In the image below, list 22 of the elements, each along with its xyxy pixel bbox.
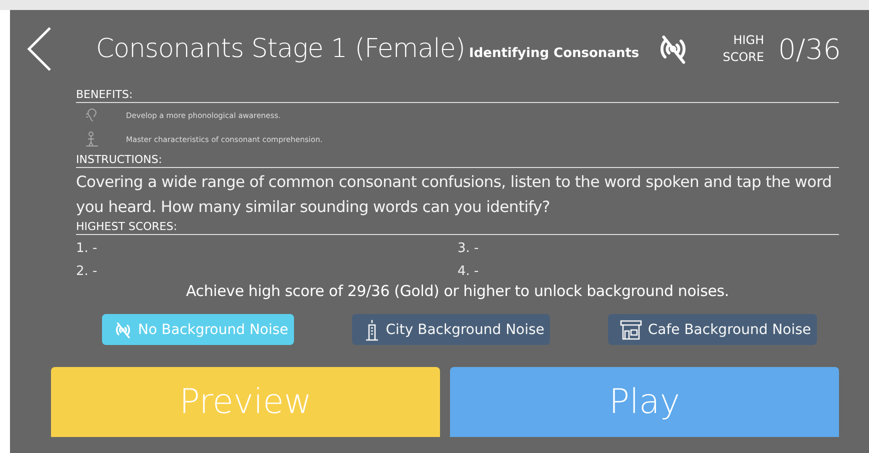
noise-option-button[interactable]: Cafe Background Noise [608, 314, 817, 345]
section-heading: BENEFITS: [76, 88, 133, 101]
play-button[interactable]: Play [450, 367, 839, 437]
section-heading: INSTRUCTIONS: [76, 153, 162, 166]
score-entry: 1. - [76, 241, 98, 256]
section-heading: HIGHEST SCORES: [76, 220, 178, 233]
person-icon [84, 131, 100, 147]
high-score-value: 0/36 [778, 32, 841, 66]
lesson-subtitle: Identifying Consonants [468, 46, 640, 60]
building-icon [364, 318, 380, 340]
preview-button[interactable]: Preview [51, 367, 440, 437]
unlock-note: Achieve high score of 29/36 (Gold) or higher to unlock background noises. [185, 282, 730, 300]
score-entry: 3. - [458, 241, 480, 256]
noise-option-button[interactable]: No Background Noise [102, 314, 294, 345]
lesson-title: Consonants Stage 1 (Female) [96, 34, 465, 64]
instructions-text: Covering a wide range of common consonant confusions, listen to the word spoken and tap the word you heard. How many similar sounding words can you identify? [76, 172, 833, 218]
high-score-label: HIGH SCORE [722, 32, 764, 66]
storefront-icon [620, 320, 642, 340]
noise-option-button[interactable]: City Background Noise [352, 314, 550, 345]
score-entry: 2. - [76, 264, 98, 279]
score-entry: 4. - [458, 264, 480, 279]
no-signal-icon [114, 320, 132, 338]
